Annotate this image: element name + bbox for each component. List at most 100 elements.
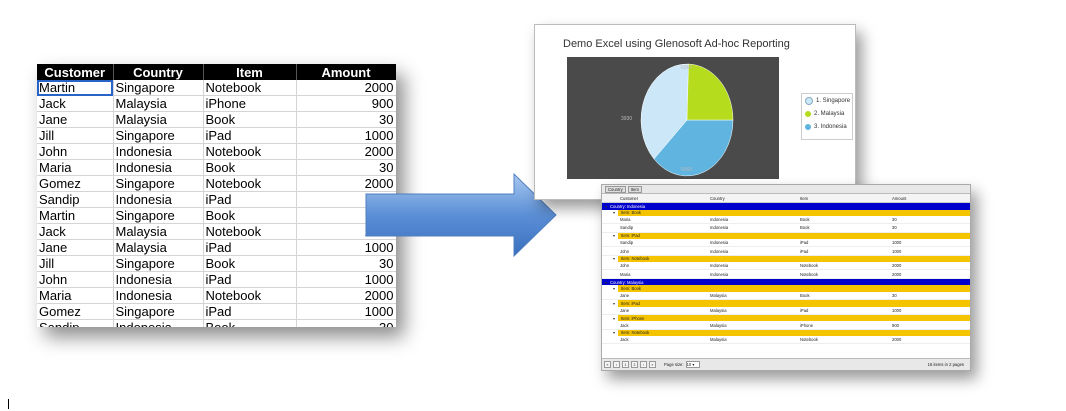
excel-cell[interactable]: Singapore — [113, 127, 204, 144]
table-cell: Indonesia — [710, 240, 729, 246]
excel-cell[interactable]: John — [37, 143, 114, 160]
excel-cell[interactable]: iPad — [203, 271, 297, 288]
excel-cell[interactable]: Malaysia — [113, 223, 204, 240]
excel-cell[interactable]: Jack — [37, 223, 114, 240]
excel-cell[interactable]: 1000 — [296, 127, 396, 144]
excel-cell[interactable]: iPhone — [203, 95, 297, 112]
prev-page-button[interactable]: ‹ — [613, 361, 620, 368]
group-panel: Country Item — [602, 185, 970, 194]
excel-cell[interactable]: Notebook — [203, 287, 297, 304]
group-tab-item[interactable]: Item — [627, 185, 642, 193]
excel-cell[interactable]: John — [37, 271, 114, 288]
excel-cell[interactable]: Gomez — [37, 175, 114, 192]
excel-cell[interactable]: Malaysia — [113, 111, 204, 128]
table-row[interactable]: Sandip Indonesia iPad 1000 — [602, 239, 970, 248]
excel-column-header[interactable]: Customer — [37, 64, 114, 80]
excel-column-header[interactable]: Country — [113, 64, 204, 80]
excel-cell[interactable]: Book — [203, 255, 297, 272]
excel-cell[interactable]: Malaysia — [113, 95, 204, 112]
excel-cell[interactable]: Singapore — [113, 207, 204, 224]
group-item-label: Item: iPhone — [618, 314, 970, 322]
collapse-icon[interactable]: ▾ — [602, 280, 610, 285]
table-row[interactable]: John Indonesia iPad 1000 — [602, 247, 970, 256]
excel-cell[interactable]: Singapore — [113, 175, 204, 192]
excel-cell[interactable]: Notebook — [203, 223, 297, 240]
excel-cell[interactable]: Malaysia — [113, 239, 204, 256]
excel-cell[interactable]: Indonesia — [113, 287, 204, 304]
excel-cell[interactable]: Jane — [37, 239, 114, 256]
excel-cell[interactable]: Book — [203, 319, 297, 327]
excel-cell[interactable]: Book — [203, 207, 297, 224]
excel-cell[interactable]: Indonesia — [113, 143, 204, 160]
excel-cell[interactable]: iPad — [203, 127, 297, 144]
column-header-customer[interactable]: Customer — [620, 196, 710, 201]
table-row[interactable]: Jack Malaysia iPhone 900 — [602, 321, 970, 330]
collapse-icon[interactable]: ▾ — [610, 256, 618, 261]
excel-cell[interactable]: Jane — [37, 111, 114, 128]
collapse-icon[interactable]: ▾ — [610, 301, 618, 306]
excel-cell[interactable]: Martin — [37, 80, 114, 96]
table-cell: 1000 — [892, 307, 902, 313]
excel-cell[interactable]: Indonesia — [113, 271, 204, 288]
excel-cell[interactable]: Jill — [37, 127, 114, 144]
excel-cell[interactable]: Maria — [37, 159, 114, 176]
page-size-select[interactable]: 10 ▾ — [685, 361, 700, 368]
next-page-button[interactable]: › — [640, 361, 647, 368]
collapse-icon[interactable]: ▾ — [610, 330, 618, 335]
excel-cell[interactable]: 1000 — [296, 271, 396, 288]
excel-cell[interactable]: 30 — [296, 111, 396, 128]
table-row[interactable]: Jack Malaysia Notebook 2000 — [602, 336, 970, 345]
group-tab-country[interactable]: Country — [605, 185, 626, 193]
excel-cell[interactable]: iPad — [203, 303, 297, 320]
collapse-icon[interactable]: ▾ — [610, 210, 618, 215]
first-page-button[interactable]: « — [604, 361, 611, 368]
excel-cell[interactable]: Singapore — [113, 80, 204, 96]
excel-cell[interactable]: Jack — [37, 95, 114, 112]
excel-cell[interactable]: Indonesia — [113, 319, 204, 327]
table-row[interactable]: Jane Malaysia iPad 1000 — [602, 307, 970, 315]
collapse-icon[interactable]: ▾ — [610, 316, 618, 321]
excel-cell[interactable]: Indonesia — [113, 159, 204, 176]
table-row[interactable]: Maria Indonesia Notebook 2000 — [602, 270, 970, 279]
excel-cell[interactable]: Singapore — [113, 255, 204, 272]
page-2-button[interactable]: 2 — [631, 361, 638, 368]
column-header-item[interactable]: Item — [800, 196, 892, 201]
table-row[interactable]: Jane Malaysia Book 30 — [602, 292, 970, 301]
excel-cell[interactable]: Singapore — [113, 303, 204, 320]
excel-cell[interactable]: 30 — [296, 319, 396, 327]
excel-cell[interactable]: iPad — [203, 191, 297, 208]
excel-cell[interactable]: Notebook — [203, 143, 297, 160]
collapse-icon[interactable]: ▾ — [610, 286, 618, 291]
excel-cell[interactable]: 2000 — [296, 80, 396, 96]
excel-cell[interactable]: Maria — [37, 287, 114, 304]
table-cell: Sandip — [620, 225, 634, 231]
excel-cell[interactable]: Notebook — [203, 175, 297, 192]
column-header-country[interactable]: Country — [710, 196, 800, 201]
excel-cell[interactable]: iPad — [203, 239, 297, 256]
excel-cell[interactable]: Jill — [37, 255, 114, 272]
excel-column-header[interactable]: Amount — [296, 64, 396, 80]
table-cell: 1000 — [892, 240, 902, 246]
excel-column-header[interactable]: Item — [203, 64, 297, 80]
collapse-icon[interactable]: ▾ — [610, 233, 618, 238]
excel-cell[interactable]: Indonesia — [113, 191, 204, 208]
excel-cell[interactable]: 2000 — [296, 287, 396, 304]
excel-cell[interactable]: 900 — [296, 95, 396, 112]
table-row[interactable]: John Indonesia Notebook 2000 — [602, 262, 970, 271]
excel-cell[interactable]: Book — [203, 159, 297, 176]
collapse-icon[interactable]: ▾ — [602, 204, 610, 209]
table-row[interactable]: Sandip Indonesia Book 30 — [602, 224, 970, 233]
last-page-button[interactable]: » — [649, 361, 656, 368]
column-header-amount[interactable]: Amount — [892, 196, 952, 201]
page-1-button[interactable]: 1 — [622, 361, 629, 368]
excel-cell[interactable]: Sandip — [37, 319, 114, 327]
excel-cell[interactable]: 2000 — [296, 143, 396, 160]
excel-cell[interactable]: Notebook — [203, 80, 297, 96]
table-row[interactable]: Maria Indonesia Book 30 — [602, 216, 970, 225]
excel-cell[interactable]: Sandip — [37, 191, 114, 208]
excel-cell[interactable]: Gomez — [37, 303, 114, 320]
excel-cell[interactable]: Book — [203, 111, 297, 128]
excel-cell[interactable]: Martin — [37, 207, 114, 224]
excel-cell[interactable]: 1000 — [296, 303, 396, 320]
excel-row: Maria Indonesia Notebook 2000 — [37, 287, 396, 304]
